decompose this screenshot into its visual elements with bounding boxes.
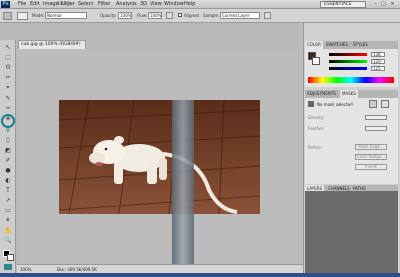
feather-label: Feather: bbox=[308, 126, 325, 131]
menu-window[interactable]: Window bbox=[164, 1, 184, 8]
menu-view[interactable]: View bbox=[150, 1, 162, 8]
red-slider[interactable] bbox=[329, 53, 367, 56]
crop-tool-icon[interactable]: ⌖ bbox=[3, 84, 13, 92]
history-brush-tool-icon[interactable]: ⬯ bbox=[3, 137, 13, 145]
workspace-switcher[interactable]: ESSENTIALS bbox=[320, 1, 366, 8]
mode-label: Mode: bbox=[32, 13, 45, 18]
move-tool-icon[interactable]: ↖ bbox=[3, 44, 13, 52]
document-image[interactable] bbox=[59, 100, 260, 214]
flow-label: Flow: bbox=[137, 13, 148, 18]
minimize-button[interactable]: – bbox=[372, 1, 379, 8]
aligned-label: Aligned bbox=[184, 13, 200, 18]
mode-select[interactable]: Normal bbox=[45, 12, 87, 19]
menu-select[interactable]: Select bbox=[78, 1, 93, 8]
type-tool-icon[interactable]: T bbox=[3, 187, 13, 195]
tab-masks[interactable]: MASKS bbox=[340, 90, 358, 98]
mask-status: No mask selected bbox=[317, 102, 353, 107]
menu-file[interactable]: File bbox=[18, 1, 26, 8]
masks-panel: No mask selected Density: Feather: Refin… bbox=[305, 98, 398, 184]
background-color-swatch[interactable] bbox=[7, 254, 14, 261]
airbrush-icon[interactable] bbox=[166, 12, 173, 19]
flow-field[interactable]: 100% bbox=[148, 12, 162, 19]
highlight-circle bbox=[1, 114, 15, 128]
application-bar: Ps File Edit Image Layer Select Filter A… bbox=[0, 0, 400, 9]
shape-tool-icon[interactable]: ▭ bbox=[3, 207, 13, 215]
quick-selection-tool-icon[interactable]: ✂ bbox=[3, 74, 13, 82]
toolbox: ↖ ⬚ ʘ ✂ ⌖ ✎ ✑ ⎈ ⚲ ⬯ ◩ ✐ ● ◐ T ↗ ▭ ⚘ ✋ 🔍 bbox=[0, 40, 16, 273]
maximize-button[interactable]: □ bbox=[380, 1, 387, 8]
sample-all-layers-icon[interactable] bbox=[264, 12, 271, 19]
color-panel-tabs: COLOR SWATCHES STYLES bbox=[305, 41, 398, 49]
eyedropper-tool-icon[interactable]: ✎ bbox=[3, 95, 13, 103]
color-spectrum-bar[interactable] bbox=[308, 77, 394, 83]
tab-swatches[interactable]: SWATCHES bbox=[324, 41, 350, 49]
layers-panel[interactable] bbox=[305, 191, 398, 277]
tab-color[interactable]: COLOR bbox=[305, 41, 323, 49]
photoshop-logo: Ps bbox=[1, 1, 10, 8]
invert-button[interactable]: Invert bbox=[355, 164, 387, 170]
density-field[interactable] bbox=[365, 115, 387, 120]
path-selection-tool-icon[interactable]: ↗ bbox=[3, 197, 13, 205]
tab-adjustments[interactable]: ADJUSTMENTS bbox=[305, 90, 338, 98]
menu-analysis[interactable]: Analysis bbox=[116, 1, 137, 8]
options-bar: Mode: Normal Opacity: 100% Flow: 100% Al… bbox=[0, 9, 400, 23]
opacity-field[interactable]: 100% bbox=[118, 12, 132, 19]
clone-stamp-tool-icon[interactable]: ⚲ bbox=[3, 127, 13, 135]
brush-picker-icon[interactable] bbox=[17, 12, 28, 20]
dodge-tool-icon[interactable]: ◐ bbox=[3, 177, 13, 185]
lion-cub-photo bbox=[59, 100, 260, 214]
hand-tool-icon[interactable]: ✋ bbox=[3, 227, 13, 235]
density-label: Density: bbox=[308, 115, 325, 120]
3d-rotate-tool-icon[interactable]: ⚘ bbox=[3, 217, 13, 225]
color-range-button[interactable]: Color Range... bbox=[355, 154, 387, 160]
quick-mask-icon[interactable] bbox=[4, 264, 12, 270]
doc-info[interactable]: Doc: 409.5K/409.5K bbox=[57, 267, 97, 272]
menu-filter[interactable]: Filter bbox=[98, 1, 110, 8]
color-panel: 138 120 125 bbox=[305, 49, 398, 87]
feather-field[interactable] bbox=[365, 126, 387, 131]
opacity-label: Opacity: bbox=[100, 13, 117, 18]
menu-3d[interactable]: 3D bbox=[140, 1, 147, 8]
tab-styles[interactable]: STYLES bbox=[351, 41, 370, 49]
zoom-tool-icon[interactable]: 🔍 bbox=[3, 237, 13, 245]
status-zoom[interactable]: 100% bbox=[20, 267, 31, 272]
close-button[interactable]: × bbox=[389, 1, 396, 8]
blue-value[interactable]: 125 bbox=[371, 66, 385, 71]
bg-color-chip[interactable] bbox=[312, 57, 320, 65]
eraser-tool-icon[interactable]: ◩ bbox=[3, 147, 13, 155]
aligned-checkbox[interactable] bbox=[178, 13, 182, 17]
sample-select[interactable]: Current Layer bbox=[220, 12, 260, 19]
green-value[interactable]: 120 bbox=[371, 59, 385, 64]
sample-label: Sample: bbox=[203, 13, 220, 18]
pixel-mask-button[interactable] bbox=[369, 100, 377, 108]
foreground-pole bbox=[172, 100, 194, 273]
green-slider[interactable] bbox=[329, 60, 367, 63]
document-tab[interactable]: cub.jpg @ 100% (RGB/8#) bbox=[18, 40, 86, 49]
lasso-tool-icon[interactable]: ʘ bbox=[3, 64, 13, 72]
blue-slider[interactable] bbox=[329, 67, 367, 70]
healing-brush-tool-icon[interactable]: ✑ bbox=[3, 105, 13, 113]
status-bar: 100% Doc: 409.5K/409.5K bbox=[17, 264, 303, 273]
red-value[interactable]: 138 bbox=[371, 52, 385, 57]
marquee-tool-icon[interactable]: ⬚ bbox=[3, 54, 13, 62]
tool-preset-icon[interactable] bbox=[3, 12, 12, 20]
menu-edit[interactable]: Edit bbox=[30, 1, 40, 8]
mask-edge-button[interactable]: Mask Edge... bbox=[355, 144, 387, 150]
masks-panel-tabs: ADJUSTMENTS MASKS bbox=[305, 90, 398, 98]
mask-thumb-icon bbox=[308, 101, 314, 107]
menu-help[interactable]: Help bbox=[184, 1, 195, 8]
blur-tool-icon[interactable]: ● bbox=[3, 167, 13, 175]
os-taskbar bbox=[0, 273, 400, 277]
gradient-tool-icon[interactable]: ✐ bbox=[3, 157, 13, 165]
vector-mask-button[interactable] bbox=[381, 100, 389, 108]
refine-label: Refine: bbox=[308, 145, 322, 150]
zoom-level[interactable]: 100% bbox=[57, 1, 71, 8]
